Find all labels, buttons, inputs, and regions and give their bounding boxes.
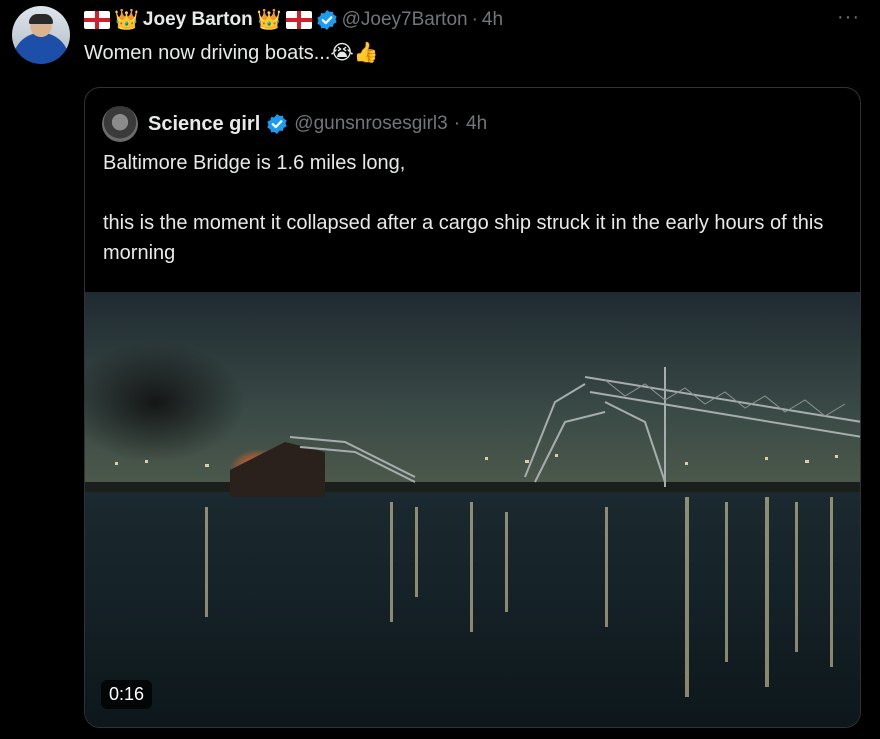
author-name[interactable]: Joey Barton xyxy=(143,9,253,31)
crown-icon: 👑 xyxy=(256,9,282,31)
england-flag-icon xyxy=(84,11,110,29)
more-options-button[interactable]: ··· xyxy=(837,6,860,29)
separator-dot: · xyxy=(453,113,461,134)
video-frame xyxy=(85,292,860,727)
verified-badge-icon xyxy=(267,114,287,134)
thumbs-up-icon: 👍 xyxy=(353,42,379,64)
crown-icon: 👑 xyxy=(114,9,139,31)
tweet-timestamp[interactable]: 4h xyxy=(482,9,503,31)
author-avatar[interactable] xyxy=(12,6,70,64)
quoted-author-handle[interactable]: @gunsnrosesgirl3 xyxy=(294,113,447,135)
tweet-text: Women now driving boats...😭👍 xyxy=(84,40,379,65)
verified-badge-icon xyxy=(317,10,337,30)
england-flag-icon xyxy=(285,11,312,29)
quoted-text-line: this is the moment it collapsed after a … xyxy=(103,212,824,264)
quoted-tweet-timestamp[interactable]: 4h xyxy=(466,113,487,135)
video-player[interactable]: 0:16 xyxy=(85,292,860,727)
loudly-crying-face-icon: 😭 xyxy=(330,42,354,64)
tweet-body: Women now driving boats... xyxy=(84,42,331,64)
quoted-tweet-card[interactable]: Science girl @gunsnrosesgirl3 · 4h Balti… xyxy=(84,87,861,728)
quoted-text-line: Baltimore Bridge is 1.6 miles long, xyxy=(103,152,406,174)
quoted-tweet-text: Baltimore Bridge is 1.6 miles long, this… xyxy=(103,148,843,268)
video-duration-badge: 0:16 xyxy=(101,680,153,709)
quoted-author-name[interactable]: Science girl xyxy=(148,113,260,136)
separator-dot: · xyxy=(471,9,478,30)
quoted-tweet-header: Science girl @gunsnrosesgirl3 · 4h xyxy=(102,106,487,142)
quoted-author-avatar[interactable] xyxy=(102,106,138,142)
tweet-header: 👑 Joey Barton 👑 @Joey7Barton · 4h xyxy=(84,8,503,32)
author-handle[interactable]: @Joey7Barton xyxy=(342,9,468,31)
